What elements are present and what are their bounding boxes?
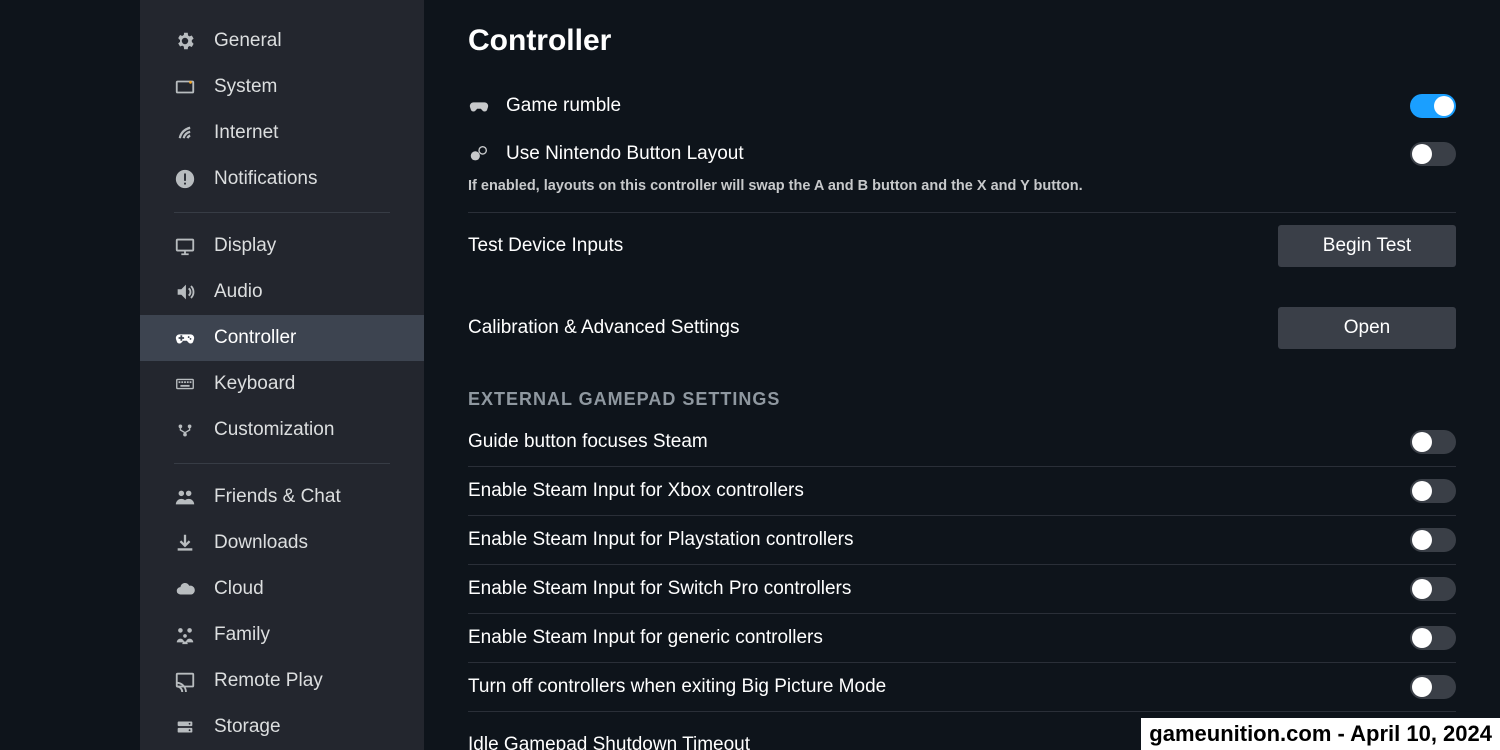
sidebar-item-label: General (214, 30, 282, 52)
row-label: Enable Steam Input for Playstation contr… (468, 529, 853, 551)
display-icon (174, 235, 196, 257)
cloud-icon (174, 578, 196, 600)
sidebar-item-label: Customization (214, 419, 334, 441)
sidebar-item-label: Notifications (214, 168, 318, 190)
toggle-playstation-input[interactable] (1410, 528, 1456, 552)
row-label: Enable Steam Input for Switch Pro contro… (468, 578, 851, 600)
sidebar-item-general[interactable]: General (140, 18, 424, 64)
settings-sidebar: General System Internet Notifications Di… (140, 0, 424, 750)
row-calibration: Calibration & Advanced Settings Open (468, 295, 1456, 361)
download-icon (174, 532, 196, 554)
storage-icon (174, 716, 196, 738)
row-label: Enable Steam Input for Xbox controllers (468, 480, 804, 502)
divider (174, 463, 390, 464)
row-generic-input: Enable Steam Input for generic controlle… (468, 614, 1456, 663)
controller-icon (174, 327, 196, 349)
sidebar-item-controller[interactable]: Controller (140, 315, 424, 361)
sidebar-item-display[interactable]: Display (140, 223, 424, 269)
sidebar-item-storage[interactable]: Storage (140, 704, 424, 750)
sidebar-item-audio[interactable]: Audio (140, 269, 424, 315)
sidebar-item-label: Remote Play (214, 670, 323, 692)
controller-icon (468, 95, 490, 117)
toggle-generic-input[interactable] (1410, 626, 1456, 650)
sidebar-item-label: System (214, 76, 277, 98)
sidebar-item-label: Controller (214, 327, 296, 349)
row-xbox-input: Enable Steam Input for Xbox controllers (468, 467, 1456, 516)
cast-icon (174, 670, 196, 692)
sidebar-item-friends[interactable]: Friends & Chat (140, 474, 424, 520)
sidebar-item-downloads[interactable]: Downloads (140, 520, 424, 566)
row-test-inputs: Test Device Inputs Begin Test (468, 213, 1456, 279)
friends-icon (174, 486, 196, 508)
sidebar-item-customization[interactable]: Customization (140, 407, 424, 453)
row-label: Test Device Inputs (468, 235, 623, 257)
row-label: Game rumble (506, 95, 621, 117)
sidebar-item-label: Keyboard (214, 373, 295, 395)
row-label: Idle Gamepad Shutdown Timeout (468, 734, 750, 750)
toggle-xbox-input[interactable] (1410, 479, 1456, 503)
sidebar-item-label: Audio (214, 281, 263, 303)
sidebar-item-keyboard[interactable]: Keyboard (140, 361, 424, 407)
left-margin (0, 0, 140, 750)
toggle-guide-button[interactable] (1410, 430, 1456, 454)
divider (174, 212, 390, 213)
sidebar-item-label: Display (214, 235, 276, 257)
row-label: Turn off controllers when exiting Big Pi… (468, 676, 886, 698)
toggle-nintendo-layout[interactable] (1410, 142, 1456, 166)
sidebar-item-notifications[interactable]: Notifications (140, 156, 424, 202)
row-label: Guide button focuses Steam (468, 431, 708, 453)
family-icon (174, 624, 196, 646)
row-switch-input: Enable Steam Input for Switch Pro contro… (468, 565, 1456, 614)
open-button[interactable]: Open (1278, 307, 1456, 349)
row-guide-button: Guide button focuses Steam (468, 418, 1456, 467)
page-title: Controller (468, 24, 1456, 58)
wifi-icon (174, 122, 196, 144)
row-turnoff-bigpicture: Turn off controllers when exiting Big Pi… (468, 663, 1456, 712)
sidebar-item-remote-play[interactable]: Remote Play (140, 658, 424, 704)
sidebar-item-label: Downloads (214, 532, 308, 554)
toggle-turnoff-bigpicture[interactable] (1410, 675, 1456, 699)
audio-icon (174, 281, 196, 303)
begin-test-button[interactable]: Begin Test (1278, 225, 1456, 267)
watermark: gameunition.com - April 10, 2024 (1141, 718, 1500, 750)
sidebar-item-label: Family (214, 624, 270, 646)
row-nintendo-layout: Use Nintendo Button Layout (468, 130, 1456, 178)
nintendo-layout-desc: If enabled, layouts on this controller w… (468, 178, 1456, 213)
sidebar-item-label: Storage (214, 716, 281, 738)
sidebar-item-family[interactable]: Family (140, 612, 424, 658)
row-label: Use Nintendo Button Layout (506, 143, 744, 165)
system-icon (174, 76, 196, 98)
alert-icon (174, 168, 196, 190)
gear-icon (174, 30, 196, 52)
toggle-switch-input[interactable] (1410, 577, 1456, 601)
row-playstation-input: Enable Steam Input for Playstation contr… (468, 516, 1456, 565)
sidebar-item-internet[interactable]: Internet (140, 110, 424, 156)
row-game-rumble: Game rumble (468, 82, 1456, 130)
sidebar-item-label: Internet (214, 122, 278, 144)
sidebar-item-cloud[interactable]: Cloud (140, 566, 424, 612)
swap-buttons-icon (468, 143, 490, 165)
customization-icon (174, 419, 196, 441)
sidebar-item-label: Cloud (214, 578, 264, 600)
main-content: Controller Game rumble Use Nintendo Butt… (424, 0, 1500, 750)
keyboard-icon (174, 373, 196, 395)
section-external-gamepad: EXTERNAL GAMEPAD SETTINGS (468, 389, 1456, 410)
row-label: Enable Steam Input for generic controlle… (468, 627, 823, 649)
toggle-game-rumble[interactable] (1410, 94, 1456, 118)
sidebar-item-label: Friends & Chat (214, 486, 341, 508)
row-label: Calibration & Advanced Settings (468, 317, 739, 339)
sidebar-item-system[interactable]: System (140, 64, 424, 110)
